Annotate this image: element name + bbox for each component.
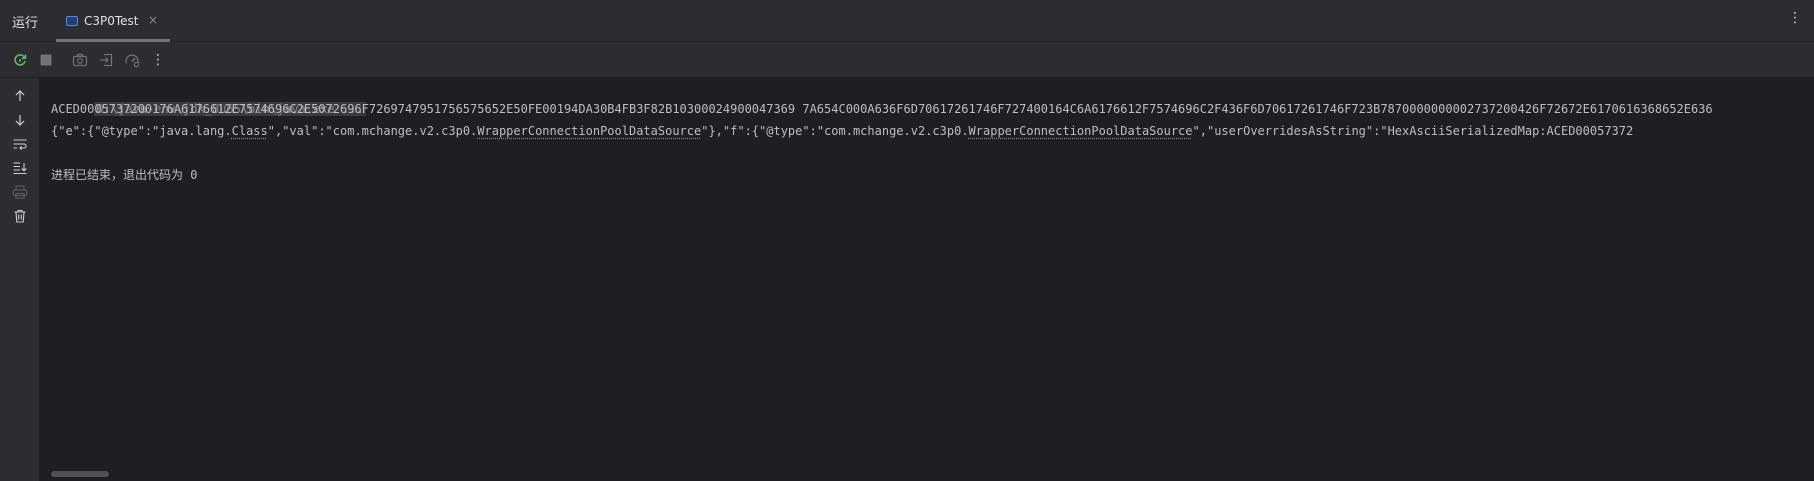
arrow-down-icon[interactable] bbox=[10, 110, 30, 130]
tab-c3p0test[interactable]: C3P0Test × bbox=[56, 4, 170, 42]
json-segment: ","userOverridesAsString":"HexAsciiSeria… bbox=[1192, 124, 1634, 138]
soft-wrap-icon[interactable] bbox=[10, 134, 30, 154]
json-segment: "},"f":{"@type":"com.mchange.v2.c3p0. bbox=[701, 124, 969, 138]
rerun-icon[interactable] bbox=[10, 50, 30, 70]
console-line-exit: 进程已结束，退出代码为 0 bbox=[51, 168, 198, 182]
camera-icon[interactable] bbox=[70, 50, 90, 70]
json-segment: ","val":"com.mchange.v2.c3p0. bbox=[267, 124, 478, 138]
class-link[interactable]: WrapperConnectionPoolDataSource bbox=[969, 124, 1193, 138]
more-glyph: ⋮ bbox=[151, 52, 165, 68]
class-link[interactable]: WrapperConnectionPoolDataSource bbox=[477, 124, 701, 138]
console-line-hex: ACED0005737200176A6176612E7574696C2E5072… bbox=[51, 102, 1713, 116]
speed-icon[interactable] bbox=[122, 50, 142, 70]
console-line-json: {"e":{"@type":"java.lang.Class","val":"c… bbox=[51, 120, 1633, 142]
arrow-up-icon[interactable] bbox=[10, 86, 30, 106]
tab-label: C3P0Test bbox=[84, 14, 139, 28]
horizontal-scrollbar[interactable] bbox=[51, 471, 109, 477]
stop-icon[interactable] bbox=[36, 50, 56, 70]
more-icon[interactable]: ⋮ bbox=[148, 50, 168, 70]
login-icon[interactable] bbox=[96, 50, 116, 70]
tool-window-header: 运行 C3P0Test × ⋮ bbox=[0, 0, 1814, 42]
run-config-icon bbox=[66, 16, 78, 26]
class-link[interactable]: Class bbox=[232, 124, 268, 138]
console-output[interactable]: D:\java-env\jdk_8u65\bin\java.exe ... AC… bbox=[41, 78, 1814, 481]
close-icon[interactable]: × bbox=[148, 13, 158, 27]
print-icon[interactable] bbox=[10, 182, 30, 202]
tool-window-title: 运行 bbox=[12, 16, 39, 31]
trash-icon[interactable] bbox=[10, 206, 30, 226]
run-toolbar: ⋮ bbox=[0, 42, 1814, 78]
more-options-icon[interactable]: ⋮ bbox=[1788, 11, 1802, 25]
console-actions-gutter bbox=[0, 78, 40, 481]
run-tool-window: 运行 C3P0Test × ⋮ ⋮ D:\java-env\jdk_8u65\b… bbox=[0, 0, 1814, 481]
scroll-to-end-icon[interactable] bbox=[10, 158, 30, 178]
json-segment: {"e":{"@type":"java.lang. bbox=[51, 124, 232, 138]
